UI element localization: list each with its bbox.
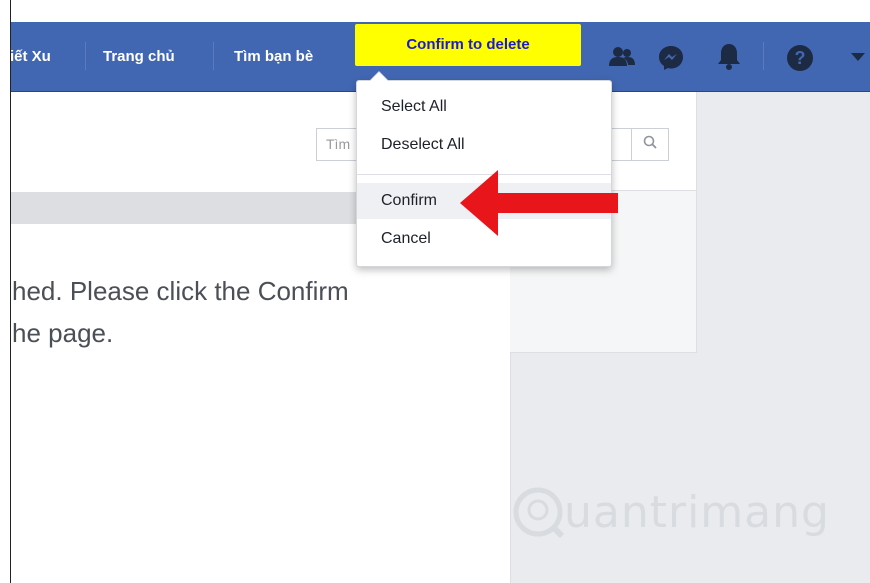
dropdown-caret-inner — [370, 72, 388, 81]
nav-separator — [213, 42, 214, 70]
search-placeholder: Tìm — [326, 136, 351, 152]
svg-text:?: ? — [795, 48, 806, 68]
help-icon[interactable]: ? — [785, 43, 815, 73]
search-button[interactable] — [631, 129, 668, 160]
search-icon — [643, 135, 657, 154]
nav-item-home-label: Trang chủ — [103, 48, 175, 65]
menu-item-deselect-all[interactable]: Deselect All — [357, 127, 611, 163]
chevron-down-icon[interactable] — [848, 50, 868, 64]
nav-separator — [85, 42, 86, 70]
menu-item-label: Deselect All — [381, 136, 465, 153]
nav-item-profile-label: iết Xu — [10, 48, 51, 65]
message-line-1: hed. Please click the Confirm — [12, 276, 349, 306]
message-line-2: he page. — [12, 318, 114, 348]
top-strip — [0, 0, 870, 22]
watermark-text: uantrimang — [564, 486, 830, 538]
nav-item-home[interactable]: Trang chủ — [103, 22, 175, 91]
menu-item-select-all[interactable]: Select All — [357, 89, 611, 125]
red-arrow-annotation — [460, 170, 618, 236]
nav-item-profile[interactable]: iết Xu — [10, 22, 51, 91]
watermark-logo-icon — [513, 487, 564, 538]
watermark: uantrimang — [512, 486, 830, 538]
left-frame-edge — [0, 0, 11, 583]
nav-separator — [763, 42, 764, 70]
bell-icon[interactable] — [716, 41, 742, 71]
messenger-icon[interactable] — [656, 43, 686, 73]
nav-item-find-friends-label: Tìm bạn bè — [234, 48, 314, 65]
menu-item-label: Select All — [381, 98, 447, 115]
friends-icon[interactable] — [608, 44, 636, 70]
menu-item-label: Cancel — [381, 230, 431, 247]
menu-item-label: Confirm — [381, 192, 438, 209]
nav-item-find-friends[interactable]: Tìm bạn bè — [234, 22, 313, 91]
confirm-to-delete-label: Confirm to delete — [406, 36, 530, 53]
confirm-to-delete-button[interactable]: Confirm to delete — [355, 24, 581, 66]
